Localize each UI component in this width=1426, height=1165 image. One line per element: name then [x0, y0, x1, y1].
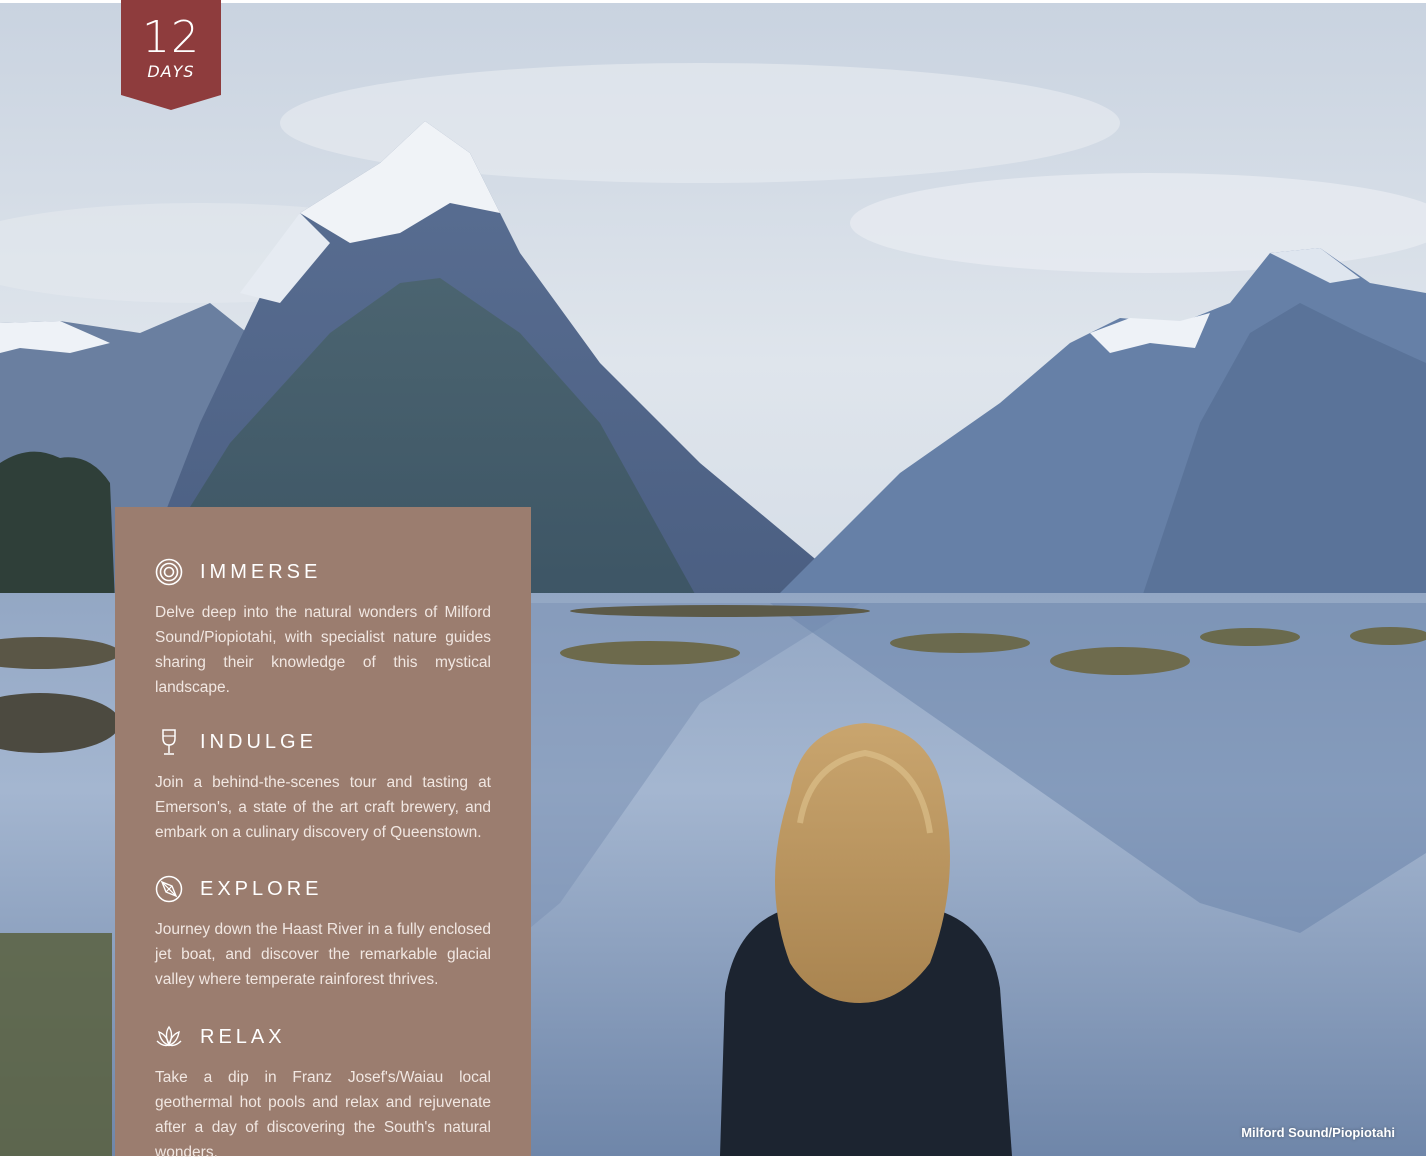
section-title: IMMERSE: [200, 560, 322, 583]
days-number: 12: [142, 12, 200, 63]
section-text: Join a behind-the-scenes tour and tastin…: [155, 774, 491, 841]
section-title: RELAX: [200, 1025, 286, 1048]
days-unit: DAYS: [147, 62, 195, 81]
section-heading: IMMERSE: [155, 556, 491, 588]
section-text: Delve deep into the natural wonders of M…: [155, 604, 491, 696]
target-rings-icon: [155, 558, 183, 586]
photo-caption: Milford Sound/Piopiotahi: [1241, 1125, 1395, 1140]
section-text: Journey down the Haast River in a fully …: [155, 921, 491, 988]
highlights-panel: IMMERSE Delve deep into the natural wond…: [115, 507, 531, 1161]
section-relax: RELAX Take a dip in Franz Josef's/Waiau …: [155, 1021, 491, 1165]
days-badge: 12 DAYS: [121, 0, 221, 110]
compass-icon: [155, 875, 183, 903]
section-heading: EXPLORE: [155, 873, 491, 905]
section-text: Take a dip in Franz Josef's/Waiau local …: [155, 1069, 491, 1161]
section-title: INDULGE: [200, 730, 317, 753]
lotus-icon: [155, 1023, 183, 1051]
section-explore: EXPLORE Journey down the Haast River in …: [155, 873, 491, 992]
section-indulge: INDULGE Join a behind-the-scenes tour an…: [155, 726, 491, 845]
wine-glass-icon: [155, 728, 183, 756]
section-heading: INDULGE: [155, 726, 491, 758]
section-immerse: IMMERSE Delve deep into the natural wond…: [155, 556, 491, 700]
section-title: EXPLORE: [200, 877, 323, 900]
section-heading: RELAX: [155, 1021, 491, 1053]
